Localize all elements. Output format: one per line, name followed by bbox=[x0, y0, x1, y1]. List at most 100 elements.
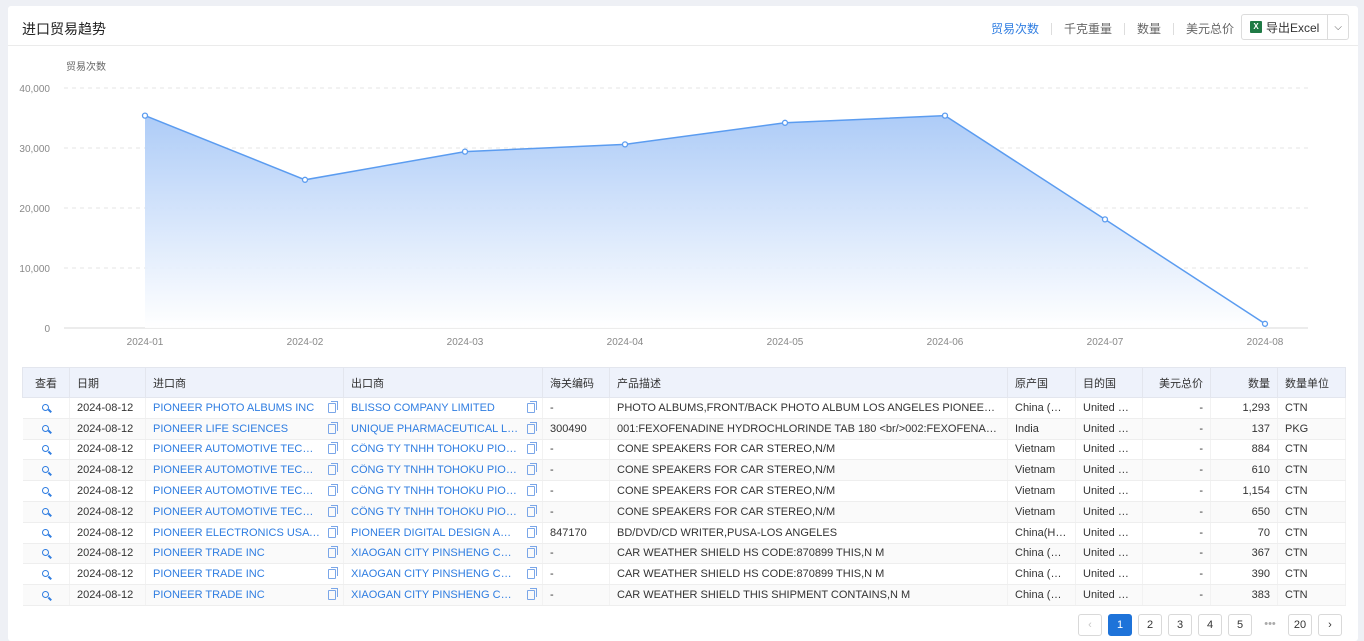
page-5-button[interactable]: 5 bbox=[1228, 614, 1252, 636]
exporter-link[interactable]: BLISSO COMPANY LIMITED bbox=[351, 402, 495, 414]
cell-quantity: 390 bbox=[1210, 563, 1278, 586]
col-exporter[interactable]: 出口商 bbox=[343, 367, 543, 398]
search-icon[interactable] bbox=[42, 445, 50, 453]
cell-quantity: 610 bbox=[1210, 459, 1278, 482]
exporter-link[interactable]: XIAOGAN CITY PINSHENG CROSS BO... bbox=[351, 568, 519, 580]
importer-link[interactable]: PIONEER TRADE INC bbox=[153, 589, 265, 601]
chevron-down-icon[interactable]: ⌵ bbox=[1328, 22, 1348, 33]
pagination-ellipsis[interactable]: ••• bbox=[1258, 614, 1282, 636]
importer-link[interactable]: PIONEER PHOTO ALBUMS INC bbox=[153, 402, 314, 414]
copy-icon[interactable] bbox=[328, 504, 338, 517]
copy-icon[interactable] bbox=[328, 400, 338, 413]
page-4-button[interactable]: 4 bbox=[1198, 614, 1222, 636]
col-importer[interactable]: 进口商 bbox=[145, 367, 344, 398]
col-quantity[interactable]: 数量 bbox=[1210, 367, 1278, 398]
importer-link[interactable]: PIONEER TRADE INC bbox=[153, 568, 265, 580]
page-3-button[interactable]: 3 bbox=[1168, 614, 1192, 636]
col-hs-code[interactable]: 海关编码 bbox=[542, 367, 610, 398]
cell-unit: CTN bbox=[1277, 459, 1346, 482]
page-2-button[interactable]: 2 bbox=[1138, 614, 1162, 636]
cell-hs-code: - bbox=[542, 480, 610, 502]
exporter-link[interactable]: CÔNG TY TNHH TOHOKU PIONEER V... bbox=[351, 443, 519, 455]
col-destination[interactable]: 目的国 bbox=[1075, 367, 1143, 398]
importer-link[interactable]: PIONEER AUTOMOTIVE TECHNOLOG... bbox=[153, 506, 320, 518]
exporter-link[interactable]: PIONEER DIGITAL DESIGN AND MAN... bbox=[351, 527, 519, 539]
cell-importer: PIONEER LIFE SCIENCES bbox=[145, 418, 344, 440]
importer-link[interactable]: PIONEER LIFE SCIENCES bbox=[153, 423, 288, 435]
search-icon[interactable] bbox=[42, 570, 50, 578]
exporter-link[interactable]: CÔNG TY TNHH TOHOKU PIONEER V... bbox=[351, 485, 519, 497]
copy-icon[interactable] bbox=[527, 421, 537, 434]
copy-icon[interactable] bbox=[328, 525, 338, 538]
table-row: 2024-08-12 PIONEER LIFE SCIENCES UNIQUE PH… bbox=[22, 418, 1346, 440]
importer-link[interactable]: PIONEER ELECTRONICS USA INC bbox=[153, 527, 320, 539]
col-unit[interactable]: 数量单位 bbox=[1277, 367, 1346, 398]
cell-unit: CTN bbox=[1277, 543, 1346, 565]
copy-icon[interactable] bbox=[527, 463, 537, 476]
copy-icon[interactable] bbox=[328, 567, 338, 580]
cell-date: 2024-08-12 bbox=[69, 584, 146, 606]
metric-quantity[interactable]: 数量 bbox=[1125, 20, 1173, 37]
copy-icon[interactable] bbox=[527, 484, 537, 497]
exporter-link[interactable]: CÔNG TY TNHH TOHOKU PIONEER V... bbox=[351, 506, 519, 518]
page-1-button[interactable]: 1 bbox=[1108, 614, 1132, 636]
cell-hs-code: - bbox=[542, 397, 610, 419]
page-20-button[interactable]: 20 bbox=[1288, 614, 1312, 636]
exporter-link[interactable]: XIAOGAN CITY PINSHENG CROSS BO... bbox=[351, 589, 519, 601]
importer-link[interactable]: PIONEER TRADE INC bbox=[153, 547, 265, 559]
metric-switcher: 贸易次数 千克重量 数量 美元总价 bbox=[979, 20, 1246, 37]
metric-weight-kg[interactable]: 千克重量 bbox=[1052, 20, 1124, 37]
prev-page-button[interactable]: ‹ bbox=[1078, 614, 1102, 636]
export-main[interactable]: X 导出Excel bbox=[1242, 15, 1329, 39]
search-icon[interactable] bbox=[42, 549, 50, 557]
copy-icon[interactable] bbox=[527, 567, 537, 580]
copy-icon[interactable] bbox=[527, 442, 537, 455]
copy-icon[interactable] bbox=[328, 546, 338, 559]
cell-quantity: 650 bbox=[1210, 501, 1278, 523]
exporter-link[interactable]: UNIQUE PHARMACEUTICAL LABORA... bbox=[351, 423, 519, 435]
y-tick-label: 40,000 bbox=[19, 84, 50, 95]
col-origin[interactable]: 原产国 bbox=[1007, 367, 1076, 398]
search-icon[interactable] bbox=[42, 424, 50, 432]
exporter-link[interactable]: XIAOGAN CITY PINSHENG CROSS BO... bbox=[351, 547, 519, 559]
view-cell bbox=[22, 584, 70, 606]
importer-link[interactable]: PIONEER AUTOMOTIVE TECHNOLOG... bbox=[153, 485, 320, 497]
metric-trade-count[interactable]: 贸易次数 bbox=[979, 20, 1051, 37]
search-icon[interactable] bbox=[42, 403, 50, 411]
col-description[interactable]: 产品描述 bbox=[609, 367, 1008, 398]
search-icon[interactable] bbox=[42, 591, 50, 599]
copy-icon[interactable] bbox=[527, 525, 537, 538]
cell-importer: PIONEER ELECTRONICS USA INC bbox=[145, 522, 344, 544]
copy-icon[interactable] bbox=[328, 484, 338, 497]
cell-exporter: CÔNG TY TNHH TOHOKU PIONEER V... bbox=[343, 459, 543, 482]
copy-icon[interactable] bbox=[328, 421, 338, 434]
export-label: 导出Excel bbox=[1266, 20, 1320, 35]
trend-card: 进口贸易趋势 贸易次数 千克重量 数量 美元总价 X 导出Excel ⌵ 贸易次… bbox=[8, 6, 1358, 641]
cell-usd-total: - bbox=[1142, 480, 1211, 502]
col-date[interactable]: 日期 bbox=[69, 367, 146, 398]
next-page-button[interactable]: › bbox=[1318, 614, 1342, 636]
search-icon[interactable] bbox=[42, 487, 50, 495]
copy-icon[interactable] bbox=[328, 442, 338, 455]
copy-icon[interactable] bbox=[328, 463, 338, 476]
search-icon[interactable] bbox=[42, 507, 50, 515]
metric-usd-total[interactable]: 美元总价 bbox=[1174, 20, 1246, 37]
importer-link[interactable]: PIONEER AUTOMOTIVE TECHNOLOG... bbox=[153, 443, 320, 455]
copy-icon[interactable] bbox=[527, 400, 537, 413]
export-excel-button[interactable]: X 导出Excel ⌵ bbox=[1241, 14, 1349, 40]
col-usd-total[interactable]: 美元总价 bbox=[1142, 367, 1211, 398]
search-icon[interactable] bbox=[42, 528, 50, 536]
copy-icon[interactable] bbox=[527, 504, 537, 517]
importer-link[interactable]: PIONEER AUTOMOTIVE TECHNOLOG... bbox=[153, 464, 320, 476]
copy-icon[interactable] bbox=[527, 546, 537, 559]
copy-icon[interactable] bbox=[527, 588, 537, 601]
table-row: 2024-08-12 PIONEER AUTOMOTIVE TECHNOLOG..… bbox=[22, 480, 1346, 502]
cell-unit: CTN bbox=[1277, 439, 1346, 461]
y-tick-label: 20,000 bbox=[19, 204, 50, 215]
copy-icon[interactable] bbox=[328, 588, 338, 601]
exporter-link[interactable]: CÔNG TY TNHH TOHOKU PIONEER V... bbox=[351, 464, 519, 476]
cell-destination: United Stat... bbox=[1075, 501, 1143, 523]
series-area bbox=[145, 115, 1265, 328]
cell-unit: CTN bbox=[1277, 397, 1346, 419]
search-icon[interactable] bbox=[42, 466, 50, 474]
